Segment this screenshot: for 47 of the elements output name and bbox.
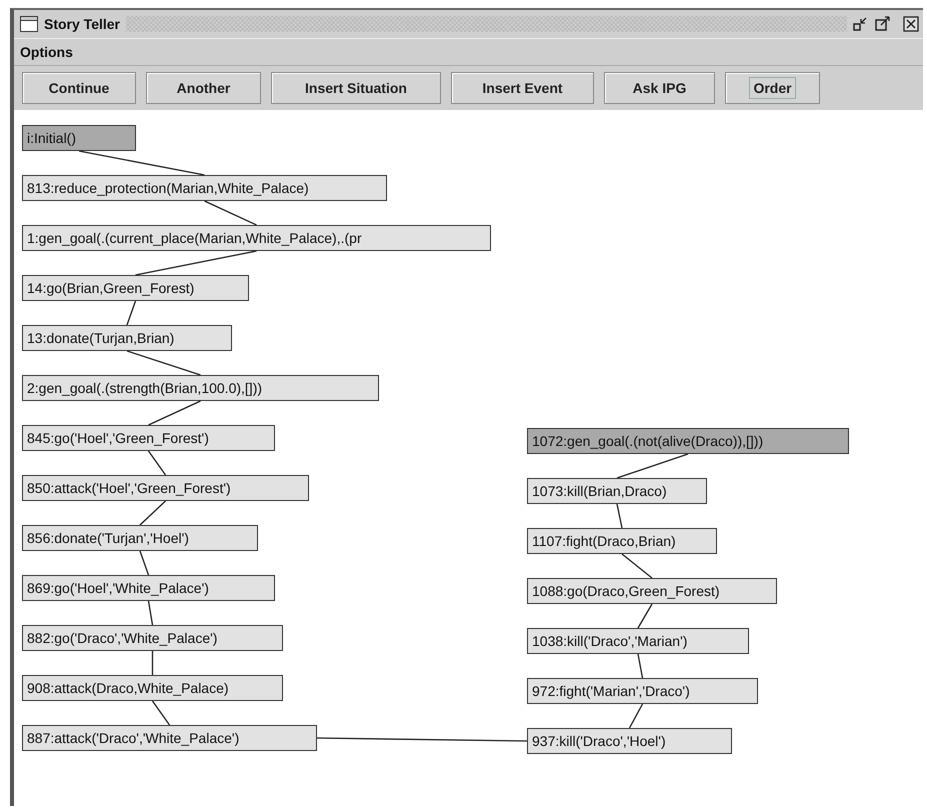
graph-node[interactable]: 869:go('Hoel','White_Palace') [22, 575, 275, 601]
maximize-icon[interactable] [875, 16, 891, 32]
window-title: Story Teller [44, 16, 120, 32]
menu-item[interactable]: Options [20, 44, 73, 60]
toolbar-button[interactable]: Continue [22, 72, 136, 104]
graph-node[interactable]: 850:attack('Hoel','Green_Forest') [22, 475, 309, 501]
graph-node[interactable]: 813:reduce_protection(Marian,White_Palace) [22, 175, 387, 201]
connector-line [126, 300, 136, 326]
close-icon[interactable] [903, 16, 919, 32]
toolbar-button[interactable]: Insert Situation [271, 72, 441, 104]
window-icon [20, 16, 38, 32]
graph-node[interactable]: 1:gen_goal(.(current_place(Marian,White_Palace),.(pr [22, 225, 491, 251]
graph-node[interactable]: 887:attack('Draco','White_Palace') [22, 725, 317, 751]
connector-line [622, 554, 652, 578]
toolbar-button[interactable]: Insert Event [451, 72, 594, 104]
graph-node[interactable]: 1073:kill(Brian,Draco) [527, 478, 707, 504]
graph-node[interactable]: i:Initial() [22, 125, 136, 151]
graph-node[interactable]: 2:gen_goal(.(strength(Brian,100.0),[])) [22, 375, 379, 401]
toolbar-button[interactable]: Another [146, 72, 261, 104]
graph-node[interactable]: 1038:kill('Draco','Marian') [527, 628, 749, 654]
graph-node[interactable]: 1072:gen_goal(.(not(alive(Draco)),[])) [527, 428, 849, 454]
connector-line [152, 700, 170, 726]
minimize-icon[interactable] [853, 16, 869, 32]
connector-line [140, 500, 166, 526]
connector-line [148, 450, 166, 476]
connector-line [628, 704, 644, 728]
graph-node[interactable]: 856:donate('Turjan','Hoel') [22, 525, 258, 551]
graph-node[interactable]: 1107:fight(Draco,Brian) [527, 528, 717, 554]
toolbar-button[interactable]: Ask IPG [604, 72, 715, 104]
connector-line [139, 550, 150, 576]
graph-node[interactable]: 1088:go(Draco,Green_Forest) [527, 578, 777, 604]
toolbar-button[interactable]: Order [725, 72, 820, 104]
graph-node[interactable]: 972:fight('Marian','Draco') [527, 678, 758, 704]
connector-line [148, 400, 201, 426]
connector-line [152, 651, 154, 675]
connector-line [148, 600, 154, 626]
connector-line [616, 453, 688, 479]
connector-line [637, 654, 644, 678]
graph-node[interactable]: 937:kill('Draco','Hoel') [527, 728, 732, 754]
graph-node[interactable]: 14:go(Brian,Green_Forest) [22, 275, 249, 301]
graph-node[interactable]: 882:go('Draco','White_Palace') [22, 625, 283, 651]
graph-node[interactable]: 13:donate(Turjan,Brian) [22, 325, 232, 351]
connector-line [616, 504, 623, 528]
connector-line [637, 604, 653, 628]
connector-line [204, 200, 257, 226]
graph-node[interactable]: 908:attack(Draco,White_Palace) [22, 675, 283, 701]
graph-node[interactable]: 845:go('Hoel','Green_Forest') [22, 425, 275, 451]
